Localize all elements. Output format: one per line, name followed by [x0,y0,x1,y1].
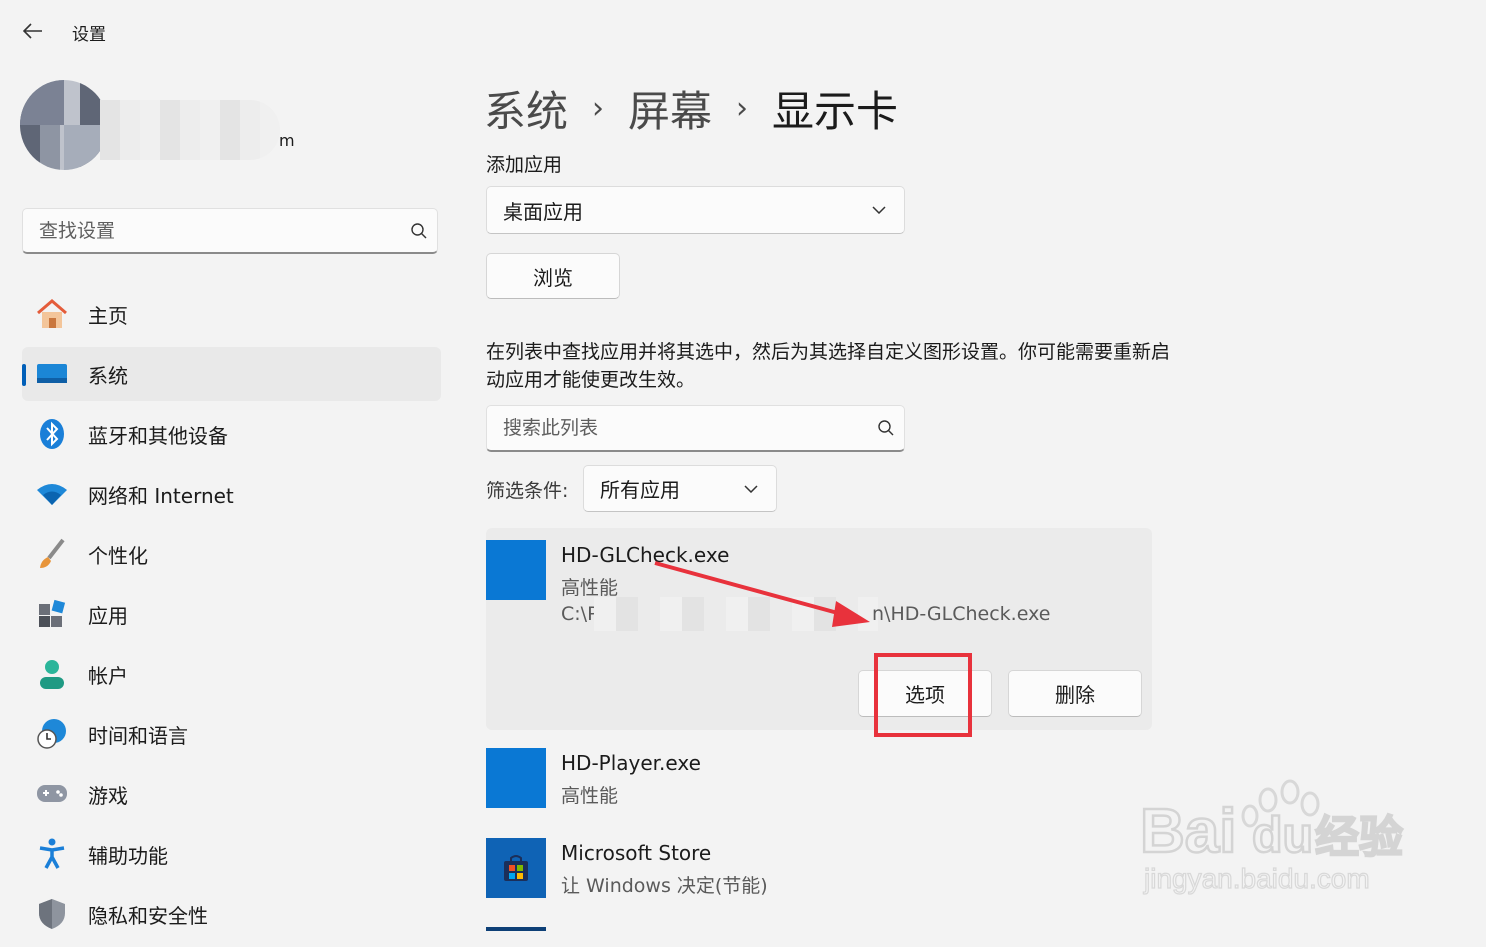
add-app-label: 添加应用 [486,154,563,176]
breadcrumb-display[interactable]: 屏幕 [628,78,712,139]
avatar[interactable] [20,80,108,170]
browse-button[interactable]: 浏览 [486,253,620,299]
account-icon [34,656,70,692]
breadcrumb: 系统 › 屏幕 › 显示卡 [484,78,898,139]
sidebar-item-label: 游戏 [88,783,128,808]
annotation-arrow-icon [654,561,870,627]
sidebar-item-label: 帐户 [88,663,128,688]
sidebar-item-label: 辅助功能 [88,843,168,868]
sidebar-item-label: 个性化 [88,543,148,568]
sidebar-item-label: 隐私和安全性 [88,903,208,928]
app-icon [486,540,546,600]
app-icon [486,748,546,808]
sidebar-item-network[interactable]: 网络和 Internet [22,467,441,521]
sidebar-item-apps[interactable]: 应用 [22,587,441,641]
sidebar-item-bluetooth[interactable]: 蓝牙和其他设备 [22,407,441,461]
search-icon[interactable] [868,419,904,437]
page-title: 显示卡 [772,87,899,136]
apps-icon [34,596,70,632]
app-name[interactable]: HD-Player.exe [561,751,701,775]
app-title: 设置 [72,25,106,45]
profile-name-blurred [100,100,280,160]
app-gpu-preference: 高性能 [561,785,619,807]
sidebar-nav: 主页 系统 蓝牙和其他设备 网络和 Internet 个性化 应用 帐户 时间和… [22,287,441,947]
svg-text:du: du [1252,807,1313,863]
system-display-icon [34,356,70,392]
baidu-jingyan-watermark: Bai du 经验 jingyan.baidu.com [1140,779,1404,895]
microsoft-store-icon [486,838,546,898]
sidebar-item-home[interactable]: 主页 [22,287,441,341]
sidebar-item-label: 蓝牙和其他设备 [88,423,228,448]
app-type-value: 桌面应用 [503,199,583,224]
app-name[interactable]: Microsoft Store [561,841,711,865]
shield-icon [34,896,70,932]
next-app-icon-partial [486,927,546,931]
accessibility-icon [34,836,70,872]
filter-label: 筛选条件: [486,480,569,502]
time-language-icon [34,716,70,752]
app-path-prefix: C:\P [561,603,599,625]
brush-icon [34,536,70,572]
sidebar-item-personalization[interactable]: 个性化 [22,527,441,581]
sidebar-item-system[interactable]: 系统 [22,347,441,401]
breadcrumb-separator: › [592,91,605,126]
filter-dropdown[interactable]: 所有应用 [583,465,777,512]
app-type-dropdown[interactable]: 桌面应用 [486,186,905,234]
filter-value: 所有应用 [600,478,680,502]
profile-name: m [279,131,295,150]
home-icon [34,296,70,332]
settings-search-box[interactable] [22,208,438,254]
sidebar-item-time-language[interactable]: 时间和语言 [22,707,441,761]
sidebar-item-label: 系统 [88,363,128,388]
search-icon[interactable] [401,222,437,240]
delete-button[interactable]: 删除 [1008,670,1142,717]
sidebar-item-label: 应用 [88,603,128,628]
sidebar-item-privacy[interactable]: 隐私和安全性 [22,887,441,941]
sidebar-item-accessibility[interactable]: 辅助功能 [22,827,441,881]
breadcrumb-separator: › [736,91,749,126]
bluetooth-icon [34,416,70,452]
chevron-down-icon [744,484,776,493]
app-gpu-preference: 高性能 [561,577,619,599]
sidebar-item-accounts[interactable]: 帐户 [22,647,441,701]
sidebar-item-label: 时间和语言 [88,723,188,748]
back-button[interactable] [18,16,48,46]
wifi-icon [34,476,70,512]
app-gpu-preference: 让 Windows 决定(节能) [561,875,768,897]
instructions-text: 在列表中查找应用并将其选中，然后为其选择自定义图形设置。你可能需要重新启动应用才… [486,341,1171,391]
app-list-search-input[interactable] [487,416,868,440]
app-path-suffix: n\HD-GLCheck.exe [872,603,1051,625]
settings-search-input[interactable] [23,218,401,243]
app-list-search-box[interactable] [486,405,905,452]
back-arrow-icon [23,23,42,39]
gamepad-icon [34,776,70,812]
sidebar-item-label: 主页 [88,303,128,328]
sidebar-item-gaming[interactable]: 游戏 [22,767,441,821]
sidebar-item-label: 网络和 Internet [88,483,234,508]
annotation-highlight-box [874,653,972,737]
svg-text:经验: 经验 [1315,812,1403,863]
svg-text:Bai: Bai [1140,797,1236,866]
breadcrumb-system[interactable]: 系统 [484,78,568,139]
svg-text:jingyan.baidu.com: jingyan.baidu.com [1143,863,1370,894]
chevron-down-icon [872,206,904,214]
